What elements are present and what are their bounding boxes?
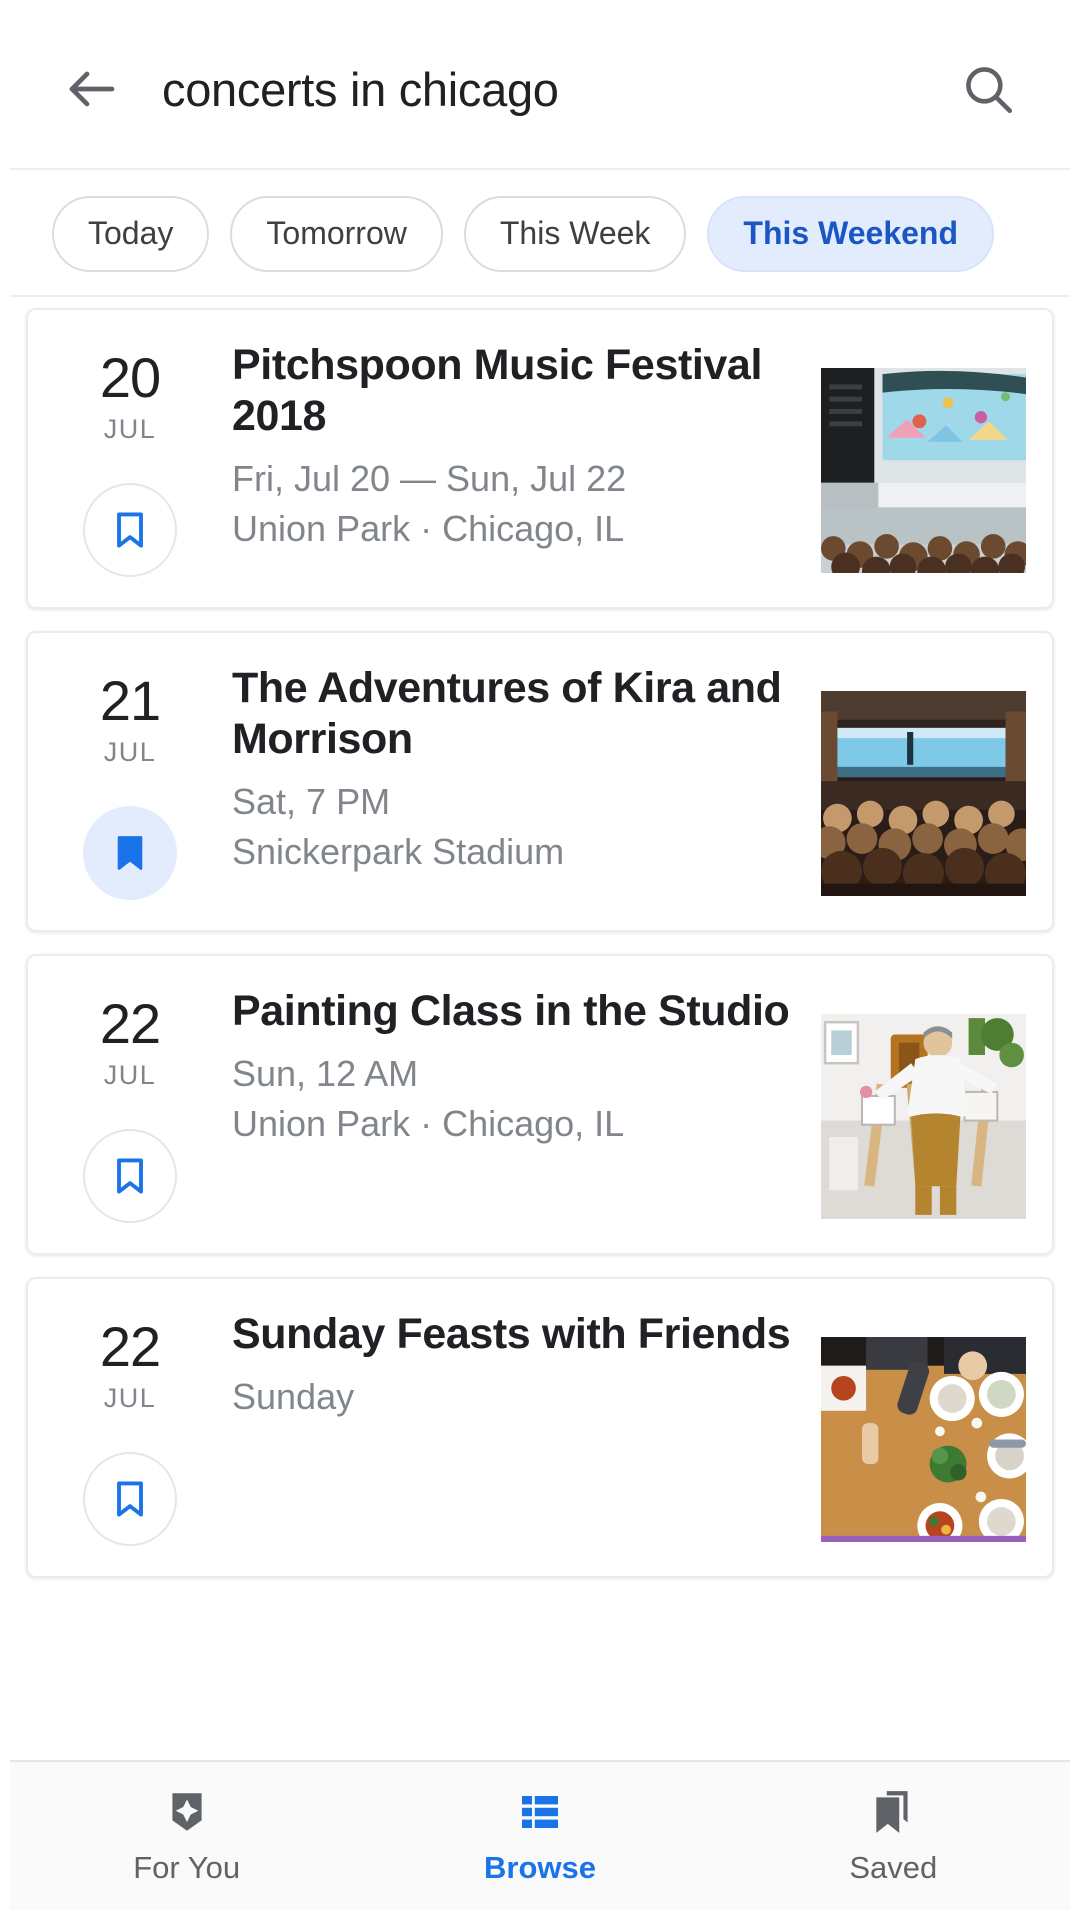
event-thumbnail xyxy=(821,691,1026,896)
nav-item-saved[interactable]: Saved xyxy=(717,1762,1070,1910)
nav-label-saved: Saved xyxy=(849,1850,938,1885)
event-date-column: 22 JUL xyxy=(54,986,206,1223)
event-date-column: 20 JUL xyxy=(54,340,206,577)
bookmark-filled-icon[interactable] xyxy=(83,806,177,900)
event-thumbnail xyxy=(821,368,1026,573)
event-list[interactable]: 20 JUL Pitchspoon Music Festival 2018 Fr… xyxy=(0,300,1080,1760)
phone-screen: concerts in chicago Today Tomorrow This … xyxy=(0,0,1080,1920)
event-text-column: Pitchspoon Music Festival 2018 Fri, Jul … xyxy=(206,340,821,577)
chip-this-weekend[interactable]: This Weekend xyxy=(707,195,994,272)
event-datetime: Fri, Jul 20 — Sun, Jul 22 xyxy=(232,458,627,499)
bookmark-outline-icon[interactable] xyxy=(83,1452,177,1546)
event-text-column: The Adventures of Kira and Morrison Sat,… xyxy=(206,663,821,900)
nav-label-for-you: For You xyxy=(133,1850,241,1885)
event-day: 22 xyxy=(99,1315,161,1378)
event-card[interactable]: 20 JUL Pitchspoon Music Festival 2018 Fr… xyxy=(26,308,1054,609)
event-title: Sunday Feasts with Friends xyxy=(232,1310,791,1358)
event-title: Pitchspoon Music Festival 2018 xyxy=(232,341,762,440)
event-card[interactable]: 22 JUL Sunday Feasts with Friends Sunday xyxy=(26,1277,1054,1578)
event-title: The Adventures of Kira and Morrison xyxy=(232,664,782,763)
chip-today[interactable]: Today xyxy=(52,195,210,272)
date-filter-chips: Today Tomorrow This Week This Weekend xyxy=(10,172,1070,297)
event-datetime: Sunday xyxy=(232,1376,355,1417)
event-text-column: Painting Class in the Studio Sun, 12 AM … xyxy=(206,986,821,1223)
event-title: Painting Class in the Studio xyxy=(232,987,790,1035)
event-thumbnail xyxy=(821,1014,1026,1219)
event-month: JUL xyxy=(103,414,157,444)
event-month: JUL xyxy=(103,1383,157,1413)
event-venue: Union Park · Chicago, IL xyxy=(232,508,625,549)
nav-label-browse: Browse xyxy=(484,1850,596,1885)
event-month: JUL xyxy=(103,1060,157,1090)
event-day: 20 xyxy=(99,346,161,409)
chip-this-week[interactable]: This Week xyxy=(463,195,687,272)
event-venue: Union Park · Chicago, IL xyxy=(232,1103,625,1144)
search-input[interactable]: concerts in chicago xyxy=(162,62,952,117)
list-icon xyxy=(516,1786,564,1838)
event-datetime: Sat, 7 PM xyxy=(232,781,391,822)
sparkle-tag-icon xyxy=(162,1786,212,1838)
nav-item-for-you[interactable]: For You xyxy=(10,1762,363,1910)
event-day: 21 xyxy=(99,669,161,732)
bookmark-outline-icon[interactable] xyxy=(83,1129,177,1223)
event-datetime: Sun, 12 AM xyxy=(232,1053,419,1094)
nav-item-browse[interactable]: Browse xyxy=(363,1762,716,1910)
event-card[interactable]: 21 JUL The Adventures of Kira and Morris… xyxy=(26,631,1054,932)
event-venue: Snickerpark Stadium xyxy=(232,831,565,872)
bottom-navigation: For You Browse Saved xyxy=(10,1760,1070,1910)
arrow-back-icon[interactable] xyxy=(56,53,128,125)
event-month: JUL xyxy=(103,737,157,767)
event-text-column: Sunday Feasts with Friends Sunday xyxy=(206,1309,821,1546)
event-card[interactable]: 22 JUL Painting Class in the Studio Sun,… xyxy=(26,954,1054,1255)
event-date-column: 22 JUL xyxy=(54,1309,206,1546)
search-bar: concerts in chicago xyxy=(10,10,1070,170)
event-date-column: 21 JUL xyxy=(54,663,206,900)
bookmarks-icon xyxy=(868,1786,918,1838)
chip-tomorrow[interactable]: Tomorrow xyxy=(230,195,443,272)
event-thumbnail xyxy=(821,1337,1026,1542)
event-day: 22 xyxy=(99,992,161,1055)
search-icon[interactable] xyxy=(952,53,1024,125)
bookmark-outline-icon[interactable] xyxy=(83,483,177,577)
